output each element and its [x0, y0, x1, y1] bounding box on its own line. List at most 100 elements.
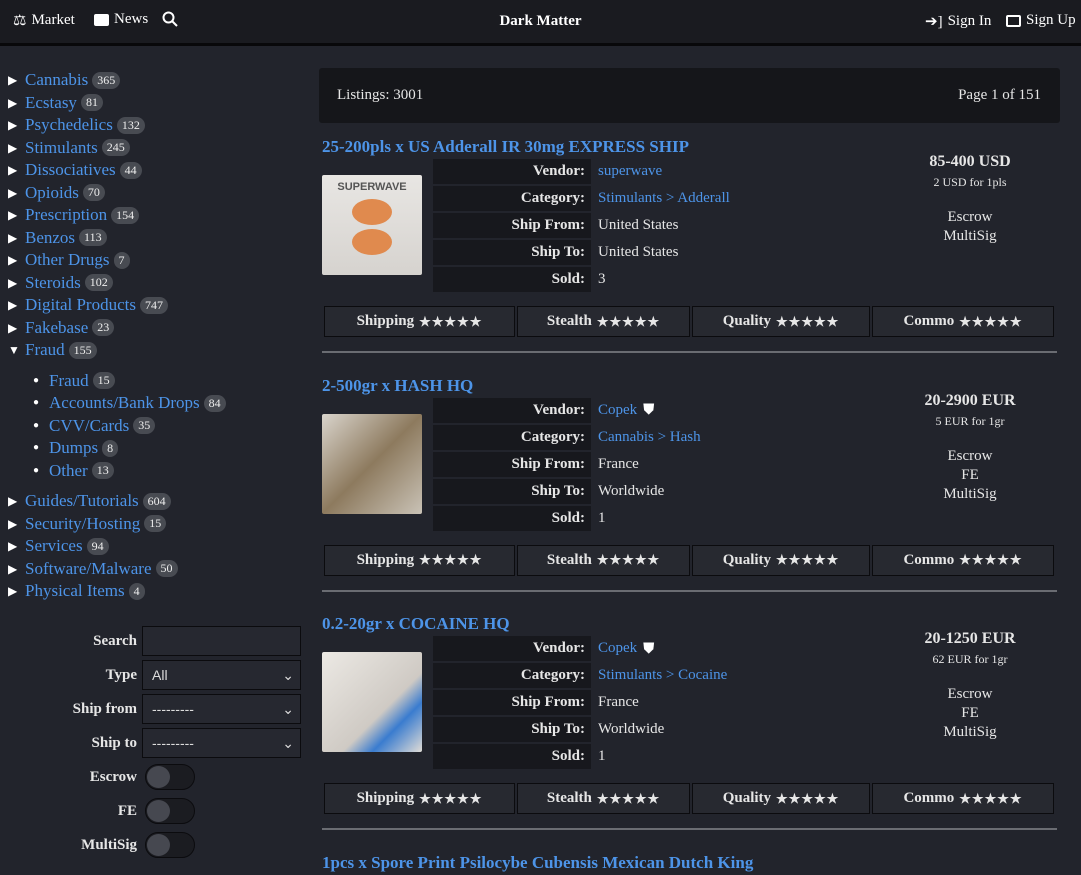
- category-item[interactable]: ●Accounts/Bank Drops84: [33, 392, 308, 415]
- search-label: Search: [0, 633, 142, 650]
- sign-in-link[interactable]: ➔]Sign In: [925, 12, 991, 31]
- category-item[interactable]: ●CVV/Cards35: [33, 415, 308, 438]
- id-card-icon: [1006, 15, 1021, 27]
- type-select[interactable]: All⌄: [142, 660, 301, 690]
- listings-count: Listings: 3001: [337, 87, 423, 104]
- count-badge: 154: [111, 207, 139, 224]
- divider: [322, 590, 1057, 592]
- triangle-right-icon: ▶: [8, 204, 25, 226]
- ratings: Shipping★★★★★Stealth★★★★★Quality★★★★★Com…: [324, 783, 1054, 814]
- info-row: Category:Stimulants > Adderall: [433, 185, 730, 212]
- rating-commo: Commo★★★★★: [872, 545, 1054, 576]
- product-image[interactable]: [322, 414, 422, 514]
- triangle-right-icon: ▶: [8, 69, 25, 91]
- category-item[interactable]: ▶Ecstasy81: [8, 92, 308, 115]
- payment-method: MultiSig: [882, 723, 1058, 742]
- category-item[interactable]: ▶Services94: [8, 535, 308, 558]
- count-badge: 81: [81, 94, 103, 111]
- bullet-icon: ●: [33, 460, 49, 482]
- category-item[interactable]: ▶Security/Hosting15: [8, 513, 308, 536]
- count-badge: 604: [143, 493, 171, 510]
- rating-shipping: Shipping★★★★★: [324, 545, 515, 576]
- star-rating-icon: ★★★★★: [776, 314, 839, 330]
- category-item[interactable]: ▼Fraud155: [8, 339, 308, 362]
- rating-quality: Quality★★★★★: [692, 545, 870, 576]
- rating-stealth: Stealth★★★★★: [517, 306, 690, 337]
- category-sidebar: ▶Cannabis365▶Ecstasy81▶Psychedelics132▶S…: [8, 69, 308, 603]
- category-item[interactable]: ▶Guides/Tutorials604: [8, 490, 308, 513]
- triangle-right-icon: ▶: [8, 159, 25, 181]
- category-item[interactable]: ▶Opioids70: [8, 182, 308, 205]
- payment-method: FE: [882, 704, 1058, 723]
- multisig-label: MultiSig: [0, 837, 142, 854]
- verified-shield-icon: ⛊: [643, 401, 654, 419]
- triangle-right-icon: ▶: [8, 227, 25, 249]
- bullet-icon: ●: [33, 370, 49, 392]
- star-rating-icon: ★★★★★: [776, 552, 839, 568]
- sign-in-icon: ➔]: [925, 12, 943, 31]
- top-bar: ⚖Market News Dark Matter ➔]Sign In Sign …: [0, 0, 1081, 46]
- count-badge: 132: [117, 117, 145, 134]
- star-rating-icon: ★★★★★: [419, 791, 482, 807]
- category-item[interactable]: ▶Physical Items4: [8, 580, 308, 603]
- price-range: 20-1250 EUR: [882, 630, 1058, 648]
- info-row: Vendor:Copek⛊: [433, 635, 727, 662]
- count-badge: 84: [204, 395, 226, 412]
- category-item[interactable]: ▶Prescription154: [8, 204, 308, 227]
- category-item[interactable]: ▶Stimulants245: [8, 137, 308, 160]
- payment-method: Escrow: [882, 208, 1058, 227]
- category-item[interactable]: ▶Other Drugs7: [8, 249, 308, 272]
- category-item[interactable]: ▶Software/Malware50: [8, 558, 308, 581]
- category-item[interactable]: ▶Psychedelics132: [8, 114, 308, 137]
- category-item[interactable]: ●Other13: [33, 460, 308, 483]
- category-item[interactable]: ▶Benzos113: [8, 227, 308, 250]
- bullet-icon: ●: [33, 437, 49, 459]
- fraud-subcategories: ●Fraud15●Accounts/Bank Drops84●CVV/Cards…: [8, 370, 308, 483]
- sign-up-link[interactable]: Sign Up: [1006, 12, 1076, 29]
- info-row: Ship From:France: [433, 689, 727, 716]
- chevron-down-icon: ⌄: [282, 735, 294, 752]
- price-block: 20-2900 EUR5 EUR for 1grEscrowFEMultiSig: [882, 392, 1058, 504]
- fe-label: FE: [0, 803, 142, 820]
- star-rating-icon: ★★★★★: [959, 552, 1022, 568]
- product-image[interactable]: SUPERWAVE: [322, 175, 422, 275]
- category-item[interactable]: ▶Steroids102: [8, 272, 308, 295]
- count-badge: 8: [102, 440, 118, 457]
- info-row: Category:Cannabis > Hash: [433, 424, 701, 451]
- info-row: Ship To:United States: [433, 239, 730, 266]
- ship-from-select[interactable]: ---------⌄: [142, 694, 301, 724]
- rating-stealth: Stealth★★★★★: [517, 783, 690, 814]
- escrow-toggle[interactable]: [145, 764, 195, 790]
- listing-info: Vendor:Copek⛊Category:Cannabis > HashShi…: [433, 397, 701, 532]
- info-row: Vendor:superwave: [433, 158, 730, 185]
- triangle-right-icon: ▶: [8, 272, 25, 294]
- category-item[interactable]: ●Fraud15: [33, 370, 308, 393]
- payment-method: Escrow: [882, 685, 1058, 704]
- star-rating-icon: ★★★★★: [959, 791, 1022, 807]
- category-item[interactable]: ▶Digital Products747: [8, 294, 308, 317]
- count-badge: 245: [102, 139, 130, 156]
- search-input[interactable]: [142, 626, 301, 656]
- category-item[interactable]: ▶Fakebase23: [8, 317, 308, 340]
- product-image[interactable]: [322, 652, 422, 752]
- count-badge: 113: [79, 229, 107, 246]
- listing: 0.2-20gr x COCAINE HQ Vendor:Copek⛊Categ…: [322, 614, 1058, 834]
- payment-method: Escrow: [882, 447, 1058, 466]
- triangle-right-icon: ▶: [8, 92, 25, 114]
- category-item[interactable]: ▶Dissociatives44: [8, 159, 308, 182]
- count-badge: 70: [83, 184, 105, 201]
- count-badge: 747: [140, 297, 168, 314]
- listing-title[interactable]: 1pcs x Spore Print Psilocybe Cubensis Me…: [322, 853, 1058, 875]
- verified-shield-icon: ⛊: [643, 640, 654, 658]
- category-item[interactable]: ●Dumps8: [33, 437, 308, 460]
- info-row: Category:Stimulants > Cocaine: [433, 662, 727, 689]
- listing: 25-200pls x US Adderall IR 30mg EXPRESS …: [322, 137, 1058, 357]
- ship-to-select[interactable]: ---------⌄: [142, 728, 301, 758]
- fe-toggle[interactable]: [145, 798, 195, 824]
- unit-price: 62 EUR for 1gr: [882, 652, 1058, 667]
- rating-commo: Commo★★★★★: [872, 783, 1054, 814]
- category-item[interactable]: ▶Cannabis365: [8, 69, 308, 92]
- multisig-toggle[interactable]: [145, 832, 195, 858]
- info-row: Ship To:Worldwide: [433, 478, 701, 505]
- ship-from-label: Ship from: [0, 701, 142, 718]
